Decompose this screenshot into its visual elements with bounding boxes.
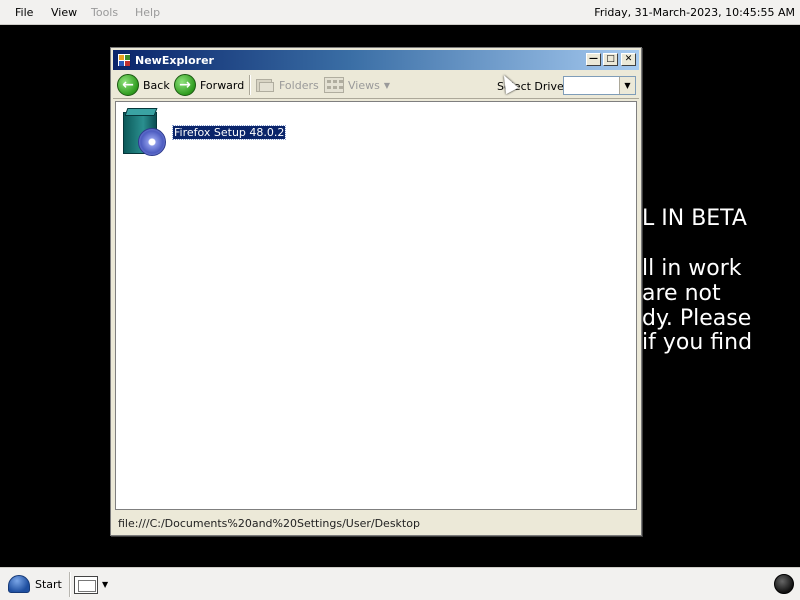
menu-view[interactable]: View [51,6,77,19]
folders-button[interactable]: Folders [255,74,319,96]
beta-notice-line: L IN BETA [642,206,747,231]
forward-arrow-icon: → [174,74,196,96]
toolbar-separator [249,75,251,95]
back-button[interactable]: ← Back [117,74,170,96]
drive-select[interactable]: ▼ [563,76,636,95]
window-title: NewExplorer [135,54,214,67]
start-label: Start [35,577,62,591]
menu-tools[interactable]: Tools [91,6,118,19]
window-icon [74,575,98,594]
back-label: Back [143,78,170,92]
folders-icon [255,77,275,93]
views-label: Views [348,78,380,92]
explorer-window: NewExplorer — □ ✕ ← Back → Forward Folde… [110,47,642,536]
clock: Friday, 31-March-2023, 10:45:55 AM [594,6,795,19]
taskbar: Start ▼ [0,567,800,600]
chevron-down-icon[interactable]: ▼ [619,77,635,94]
minimize-button[interactable]: — [586,53,601,66]
back-arrow-icon: ← [117,74,139,96]
forward-button[interactable]: → Forward [174,74,244,96]
forward-label: Forward [200,78,245,92]
start-button[interactable]: Start [8,573,62,595]
tray-status-icon[interactable] [774,574,794,594]
beta-notice-line: ll in work [642,256,742,281]
start-helmet-icon [8,575,30,593]
status-bar-path: file:///C:/Documents%20and%20Settings/Us… [118,517,420,530]
toolbar: ← Back → Forward Folders Views ▼ Select … [113,71,639,99]
beta-notice-line: dy. Please [642,306,752,331]
folders-label: Folders [279,78,319,92]
taskbar-separator [69,572,71,597]
app-icon [117,53,131,67]
views-button[interactable]: Views ▼ [324,74,390,96]
top-menu-bar: File View Tools Help Friday, 31-March-20… [0,0,800,25]
title-bar[interactable]: NewExplorer — □ ✕ [113,50,639,70]
beta-notice-line: if you find [642,330,753,355]
menu-help[interactable]: Help [135,6,160,19]
views-icon [324,77,344,93]
file-item[interactable]: Firefox Setup 48.0.2 [120,108,287,158]
window-switcher-button[interactable]: ▼ [74,572,112,597]
switcher-caret-icon: ▼ [102,580,109,589]
maximize-button[interactable]: □ [603,53,618,66]
close-button[interactable]: ✕ [621,53,636,66]
file-list-pane[interactable]: Firefox Setup 48.0.2 [115,101,637,510]
file-name: Firefox Setup 48.0.2 [171,125,287,140]
menu-file[interactable]: File [15,6,33,19]
installer-package-icon [120,108,170,158]
beta-notice-line: are not [642,281,721,306]
views-dropdown-caret-icon: ▼ [383,80,390,90]
